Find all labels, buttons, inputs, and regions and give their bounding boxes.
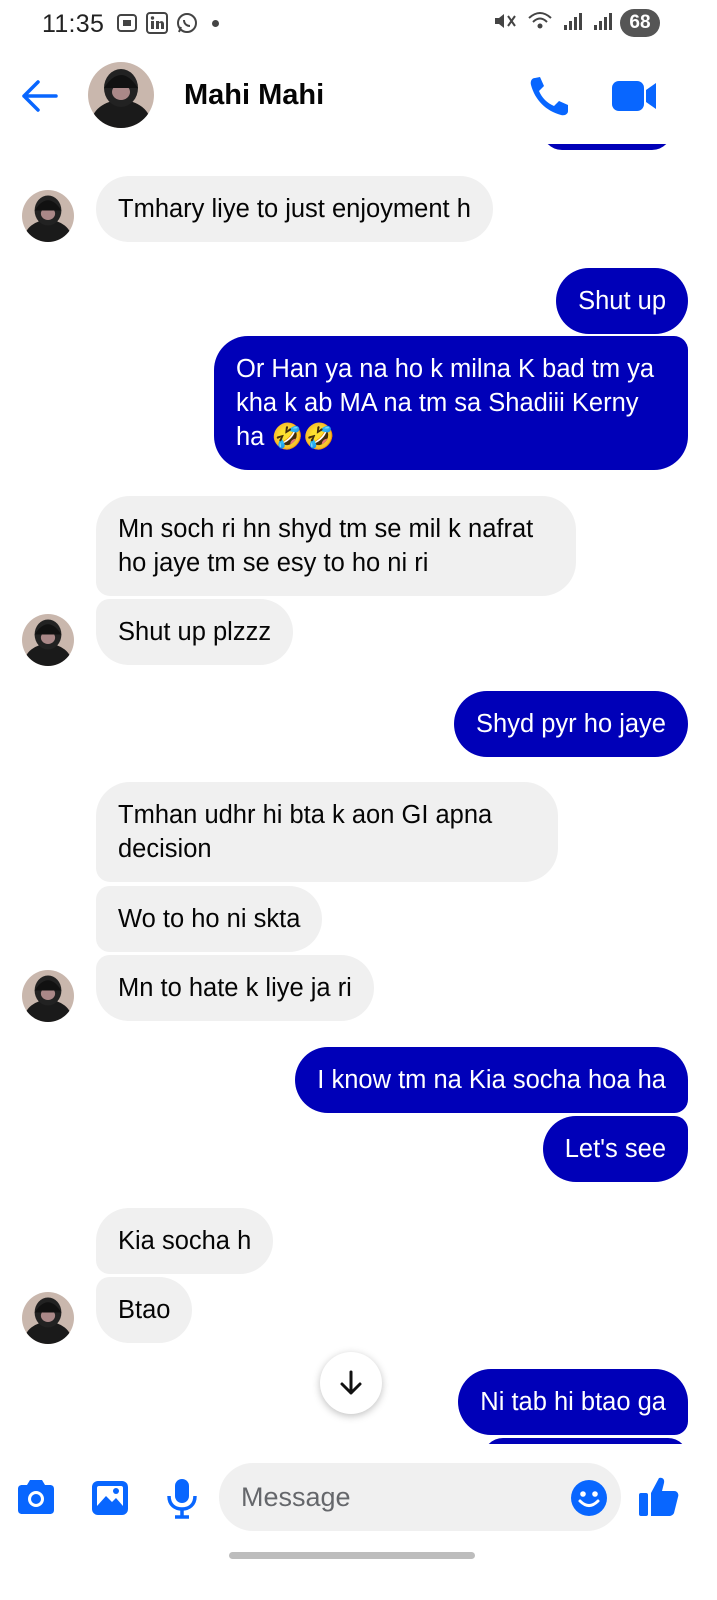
contact-avatar[interactable] bbox=[88, 62, 154, 128]
contact-name[interactable]: Mahi Mahi bbox=[184, 79, 324, 112]
message-list[interactable]: Tmhary liye to just enjoyment h Shut up … bbox=[0, 144, 717, 1444]
screenshot-icon bbox=[117, 14, 137, 32]
linkedin-icon bbox=[146, 12, 168, 34]
notification-icons bbox=[116, 12, 219, 34]
signal-icon-2 bbox=[594, 13, 612, 30]
battery-indicator: 68 bbox=[620, 9, 660, 37]
laughing-emoji: 🤣🤣 bbox=[271, 423, 335, 451]
thumbs-up-icon[interactable] bbox=[636, 1474, 682, 1520]
smiley-icon[interactable] bbox=[570, 1479, 608, 1517]
sender-avatar[interactable] bbox=[22, 190, 74, 242]
back-arrow-icon[interactable] bbox=[18, 76, 60, 116]
more-notifications-dot bbox=[212, 19, 219, 27]
scroll-to-bottom-button[interactable] bbox=[320, 1352, 382, 1414]
outgoing-message[interactable]: Ni tab hi btao ga bbox=[458, 1369, 688, 1435]
mute-icon bbox=[495, 14, 516, 28]
partial-outgoing-bubble bbox=[542, 144, 672, 150]
microphone-icon[interactable] bbox=[160, 1476, 204, 1520]
status-time: 11:35 bbox=[42, 10, 105, 38]
chat-header: Mahi Mahi bbox=[0, 48, 717, 144]
incoming-message[interactable]: Mn soch ri hn shyd tm se mil k nafrat ho… bbox=[96, 496, 576, 596]
system-icons bbox=[493, 10, 613, 32]
outgoing-message[interactable]: Or Han ya na ho k milna K bad tm ya kha … bbox=[214, 336, 688, 470]
video-camera-icon[interactable] bbox=[610, 76, 658, 116]
wifi-icon bbox=[528, 12, 552, 29]
phone-icon[interactable] bbox=[527, 74, 575, 118]
outgoing-message[interactable]: Shut up bbox=[556, 268, 688, 334]
message-input[interactable] bbox=[219, 1463, 621, 1531]
signal-icon-1 bbox=[564, 13, 582, 30]
outgoing-message[interactable]: Shyd pyr ho jaye bbox=[454, 691, 688, 757]
incoming-message[interactable]: Mn to hate k liye ja ri bbox=[96, 955, 374, 1021]
home-indicator[interactable] bbox=[229, 1552, 475, 1559]
sender-avatar[interactable] bbox=[22, 614, 74, 666]
arrow-down-icon bbox=[340, 1370, 362, 1395]
outgoing-message[interactable]: Let's see bbox=[542, 1116, 688, 1182]
incoming-message[interactable]: Shut up plzzz bbox=[96, 599, 294, 665]
whatsapp-icon bbox=[177, 13, 197, 33]
battery-level: 68 bbox=[629, 12, 651, 33]
sender-avatar[interactable] bbox=[22, 1292, 74, 1344]
status-bar: 11:35 68 bbox=[0, 0, 717, 48]
sender-avatar[interactable] bbox=[22, 970, 74, 1022]
incoming-message[interactable]: Wo to ho ni skta bbox=[96, 886, 323, 952]
message-composer bbox=[0, 1444, 717, 1554]
incoming-message[interactable]: Tmhan udhr hi bta k aon GI apna decision bbox=[96, 782, 558, 882]
camera-icon[interactable] bbox=[14, 1476, 58, 1520]
image-icon[interactable] bbox=[88, 1476, 132, 1520]
incoming-message[interactable]: Kia socha h bbox=[96, 1208, 274, 1274]
outgoing-message[interactable]: I know tm na Kia socha hoa ha bbox=[295, 1047, 688, 1113]
incoming-message[interactable]: Tmhary liye to just enjoyment h bbox=[96, 176, 493, 242]
incoming-message[interactable]: Btao bbox=[96, 1277, 193, 1343]
